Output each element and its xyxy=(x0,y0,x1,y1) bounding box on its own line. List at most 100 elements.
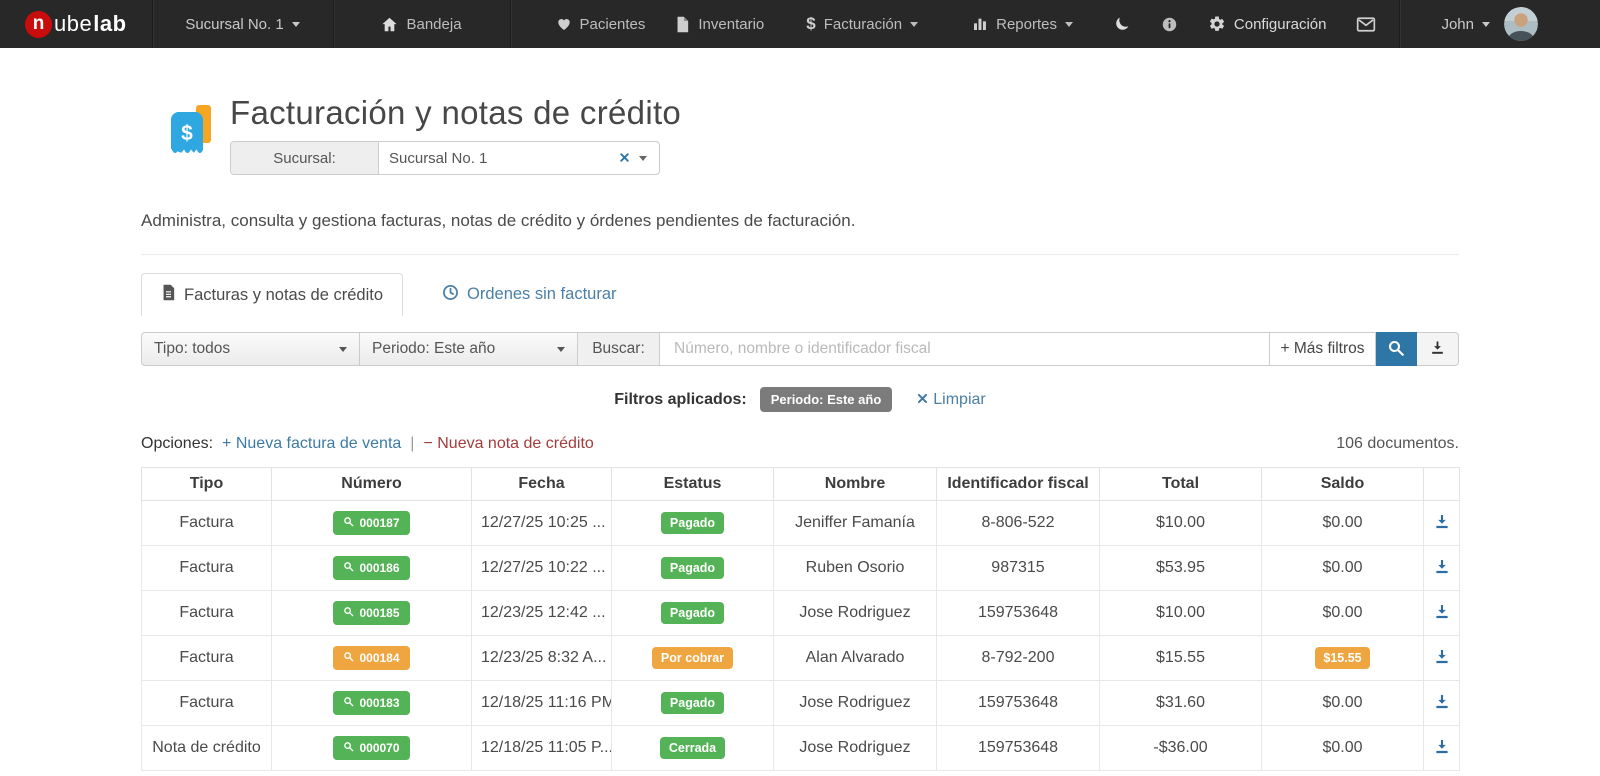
download-document-button[interactable] xyxy=(1424,726,1460,771)
nav-item-inventario[interactable]: Inventario xyxy=(660,0,779,48)
download-icon xyxy=(1433,652,1451,669)
search-input[interactable] xyxy=(660,332,1270,366)
messages-button[interactable] xyxy=(1341,0,1391,48)
navbar-center: Pacientes Inventario $ Facturación Repor… xyxy=(541,0,1088,48)
cell-saldo: $0.00 xyxy=(1262,726,1424,771)
document-icon xyxy=(161,284,176,306)
cell-tipo: Factura xyxy=(142,636,272,681)
info-button[interactable] xyxy=(1146,0,1193,48)
search-icon xyxy=(343,696,354,710)
nav-item-bandeja[interactable]: Bandeja xyxy=(334,0,510,48)
nav-item-label: Pacientes xyxy=(580,16,646,33)
cell-nombre: Jose Rodriguez xyxy=(774,591,937,636)
download-document-button[interactable] xyxy=(1424,591,1460,636)
cell-nombre: Jose Rodriguez xyxy=(774,726,937,771)
document-number-badge[interactable]: 000186 xyxy=(333,556,409,580)
cell-identificador: 159753648 xyxy=(937,726,1100,771)
app-logo[interactable]: nubelab xyxy=(0,0,152,48)
clear-branch-icon[interactable] xyxy=(619,150,630,167)
cell-fecha: 12/18/25 11:16 PM xyxy=(472,681,612,726)
export-button[interactable] xyxy=(1417,332,1459,366)
new-credit-note-link[interactable]: − Nueva nota de crédito xyxy=(423,435,593,453)
dark-mode-toggle[interactable] xyxy=(1098,0,1146,48)
cell-numero: 000070 xyxy=(272,726,472,771)
minus-icon: − xyxy=(423,435,432,452)
navbar-divider xyxy=(510,0,511,48)
saldo-value: $0.00 xyxy=(1322,514,1362,531)
cell-estatus: Pagado xyxy=(612,546,774,591)
cell-fecha: 12/23/25 12:42 ... xyxy=(472,591,612,636)
col-header-tipo: Tipo xyxy=(142,468,272,501)
download-document-button[interactable] xyxy=(1424,501,1460,546)
svg-text:$: $ xyxy=(181,122,193,145)
download-document-button[interactable] xyxy=(1424,546,1460,591)
col-header-fecha: Fecha xyxy=(472,468,612,501)
type-filter-select[interactable]: Tipo: todos xyxy=(141,332,360,366)
search-icon xyxy=(1387,339,1405,360)
cell-estatus: Cerrada xyxy=(612,726,774,771)
tab-ordenes-sin-facturar[interactable]: Ordenes sin facturar xyxy=(423,273,635,316)
clear-filters-link[interactable]: Limpiar xyxy=(917,391,985,409)
applied-filter-badge: Periodo: Este año xyxy=(760,387,893,412)
applied-filters-label: Filtros aplicados: xyxy=(614,391,746,409)
search-label: Buscar: xyxy=(578,332,660,366)
moon-icon xyxy=(1113,15,1131,33)
branch-filter-select[interactable]: Sucursal No. 1 xyxy=(379,142,659,174)
logo-text-light: ube xyxy=(54,11,92,37)
navbar-divider xyxy=(1399,0,1400,48)
navbar-right: Configuración John xyxy=(1098,0,1600,48)
status-badge: Cerrada xyxy=(660,737,725,759)
page-title: Facturación y notas de crédito xyxy=(230,94,681,132)
cell-fecha: 12/18/25 11:05 P... xyxy=(472,726,612,771)
type-filter-value: Tipo: todos xyxy=(154,340,230,358)
cell-tipo: Factura xyxy=(142,546,272,591)
search-button[interactable] xyxy=(1376,332,1417,366)
table-header-row: Tipo Número Fecha Estatus Nombre Identif… xyxy=(142,468,1460,501)
search-icon xyxy=(343,741,354,755)
nav-item-configuracion[interactable]: Configuración xyxy=(1193,0,1342,48)
document-number-badge[interactable]: 000185 xyxy=(333,601,409,625)
document-number-badge[interactable]: 000183 xyxy=(333,691,409,715)
dollar-icon: $ xyxy=(806,14,815,34)
options-label: Opciones: xyxy=(141,435,213,453)
nav-item-facturacion[interactable]: $ Facturación xyxy=(791,0,933,48)
document-number-badge[interactable]: 000184 xyxy=(333,646,409,670)
download-document-button[interactable] xyxy=(1424,636,1460,681)
tab-label: Facturas y notas de crédito xyxy=(184,286,383,305)
document-number-badge[interactable]: 000070 xyxy=(333,736,409,760)
chevron-down-icon xyxy=(910,22,918,31)
period-filter-select[interactable]: Periodo: Este año xyxy=(360,332,578,366)
documents-table: Tipo Número Fecha Estatus Nombre Identif… xyxy=(141,467,1460,771)
new-invoice-link[interactable]: + Nueva factura de venta xyxy=(222,435,401,453)
cell-total: $53.95 xyxy=(1100,546,1262,591)
cell-numero: 000184 xyxy=(272,636,472,681)
cell-fecha: 12/27/25 10:22 ... xyxy=(472,546,612,591)
applied-filters-row: Filtros aplicados: Periodo: Este año Lim… xyxy=(141,387,1459,412)
divider: | xyxy=(410,435,414,453)
document-number-badge[interactable]: 000187 xyxy=(333,511,409,535)
filter-bar: Tipo: todos Periodo: Este año Buscar: + … xyxy=(141,332,1459,366)
more-filters-button[interactable]: + Más filtros xyxy=(1270,332,1376,366)
nav-item-reportes[interactable]: Reportes xyxy=(957,0,1088,48)
chevron-down-icon xyxy=(557,347,565,356)
cell-identificador: 8-792-200 xyxy=(937,636,1100,681)
cell-numero: 000183 xyxy=(272,681,472,726)
tab-facturas[interactable]: Facturas y notas de crédito xyxy=(141,273,403,316)
cell-estatus: Por cobrar xyxy=(612,636,774,681)
table-row: Factura 000184 12/23/25 8:32 A... Por co… xyxy=(142,636,1460,681)
status-badge: Por cobrar xyxy=(652,647,733,669)
nav-item-label: Inventario xyxy=(698,16,764,33)
download-document-button[interactable] xyxy=(1424,681,1460,726)
branch-filter-label: Sucursal: xyxy=(231,142,379,174)
document-count: 106 documentos. xyxy=(1336,435,1459,453)
cell-identificador: 8-806-522 xyxy=(937,501,1100,546)
nav-item-label: Facturación xyxy=(824,16,902,33)
col-header-total: Total xyxy=(1100,468,1262,501)
status-badge: Pagado xyxy=(661,512,724,534)
nav-item-pacientes[interactable]: Pacientes xyxy=(541,0,661,48)
chevron-down-icon xyxy=(1065,22,1073,31)
user-menu[interactable]: John xyxy=(1426,0,1600,48)
nav-branch-selector[interactable]: Sucursal No. 1 xyxy=(153,0,333,48)
cell-tipo: Factura xyxy=(142,681,272,726)
home-icon xyxy=(381,16,398,33)
